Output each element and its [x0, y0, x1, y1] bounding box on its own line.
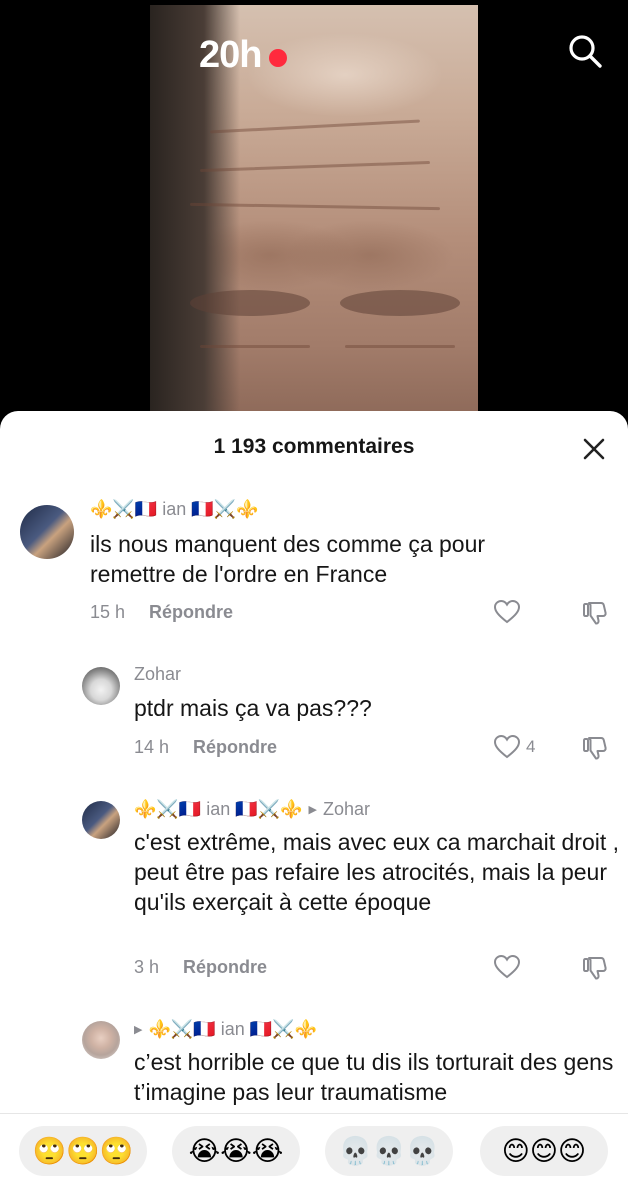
video-player[interactable]: 20h — [0, 0, 628, 430]
emoji-skull-button[interactable]: 💀💀💀 — [325, 1126, 453, 1176]
avatar[interactable] — [82, 1021, 120, 1059]
comment-username[interactable]: ▶ ⚜️⚔️🇫🇷 ian 🇫🇷⚔️⚜️ — [134, 1019, 317, 1040]
emoji-smile-text: 😊😊😊 — [501, 1135, 587, 1167]
emoji-eye-roll-text: 🙄🙄🙄 — [32, 1136, 134, 1167]
emoji-eye-roll-button[interactable]: 🙄🙄🙄 — [19, 1126, 147, 1176]
reply-arrow-icon: ▶ — [134, 1024, 143, 1036]
search-icon — [569, 35, 602, 68]
emoji-crying-button[interactable]: 😭😭😭 — [172, 1126, 300, 1176]
comment-text: c’est horrible ce que tu dis ils tortura… — [134, 1049, 614, 1105]
video-left-brow — [190, 290, 310, 316]
emoji-reaction-bar: 🙄🙄🙄 😭😭😭 💀💀💀 😊😊😊 — [0, 1113, 628, 1200]
comment-item: ▶ ⚜️⚔️🇫🇷 ian 🇫🇷⚔️⚜️ c’est horrible ce qu… — [0, 411, 628, 1113]
emoji-smile-button[interactable]: 😊😊😊 — [480, 1126, 608, 1176]
video-right-brow — [340, 290, 460, 316]
search-button[interactable] — [566, 32, 604, 70]
comments-sheet: 1 193 commentaires ⚜️⚔️🇫🇷 ian 🇫🇷⚔️⚜️ ils… — [0, 411, 628, 1200]
video-forehead-wrinkle — [210, 119, 420, 134]
video-eye-line — [200, 345, 310, 348]
emoji-crying-text: 😭😭😭 — [188, 1135, 284, 1167]
username-text: ⚜️⚔️🇫🇷 ian 🇫🇷⚔️⚜️ — [148, 1019, 317, 1039]
live-label: 20h — [199, 34, 262, 76]
emoji-skull-text: 💀💀💀 — [338, 1136, 440, 1167]
live-dot-icon — [269, 48, 288, 67]
live-badge[interactable]: 20h — [199, 34, 288, 77]
video-eye-line — [345, 345, 455, 348]
